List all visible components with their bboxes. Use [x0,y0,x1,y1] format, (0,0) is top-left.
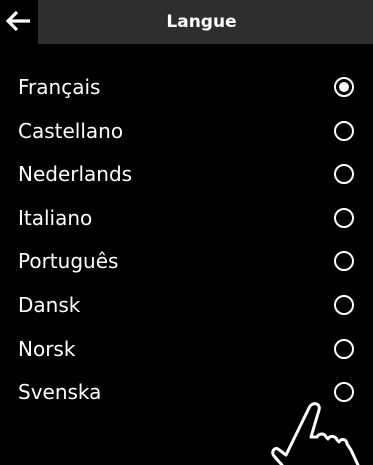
header-bar: Langue [0,0,373,44]
language-label: Dansk [18,292,81,317]
language-option[interactable]: Dansk [0,283,373,327]
language-option[interactable]: Português [0,239,373,283]
radio-button[interactable] [334,120,354,141]
radio-button[interactable] [334,338,354,359]
radio-button[interactable] [334,164,354,185]
language-option[interactable]: Nederlands [0,152,373,196]
language-label: Français [18,75,101,99]
radio-button[interactable] [334,294,354,315]
radio-button[interactable] [334,207,354,228]
language-label: Português [18,249,119,274]
back-button[interactable] [0,0,38,44]
page-title: Langue [166,12,237,32]
language-option[interactable]: Norsk [0,327,373,371]
pointing-hand-icon [271,402,360,465]
language-label: Norsk [18,336,76,361]
language-label: Nederlands [18,162,133,187]
radio-button[interactable] [334,251,354,272]
language-label: Italiano [18,205,93,230]
language-screen: Langue Français Castellano Nederlands It… [0,0,373,465]
language-list: Français Castellano Nederlands Italiano … [0,65,373,414]
arrow-left-icon [6,10,30,32]
radio-button-selected[interactable] [334,77,354,97]
language-option[interactable]: Français [0,65,373,109]
language-label: Svenska [18,380,102,405]
language-label: Castellano [18,118,124,143]
language-option[interactable]: Castellano [0,109,373,153]
language-option[interactable]: Italiano [0,196,373,240]
